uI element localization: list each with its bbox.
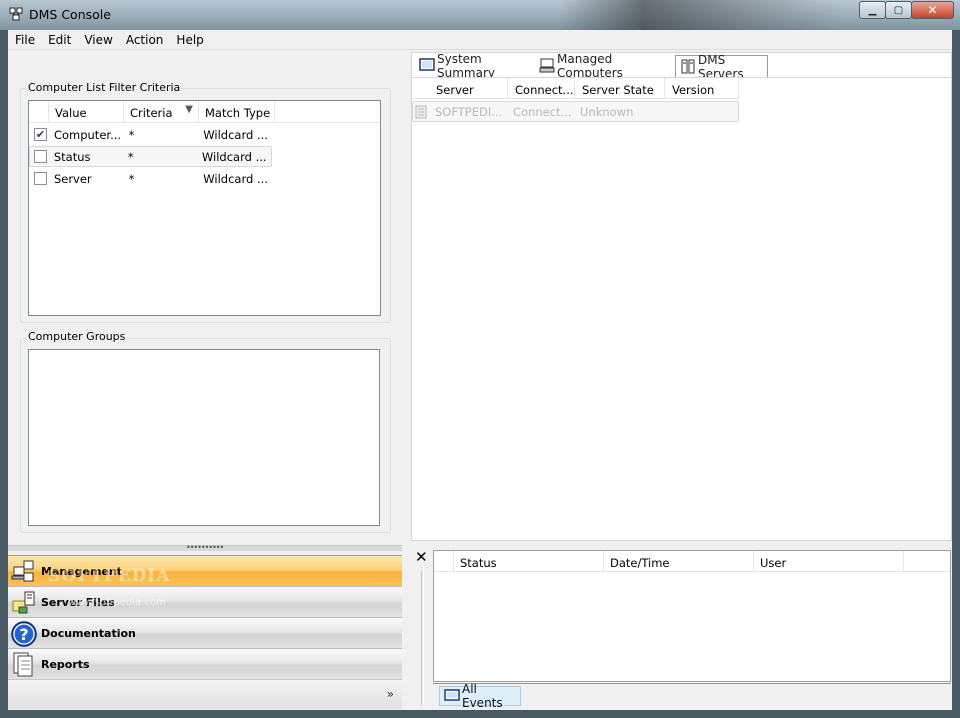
computer-icon <box>539 58 555 73</box>
row-checkbox[interactable] <box>34 150 47 163</box>
filter-header-value[interactable]: Value <box>49 101 124 122</box>
reports-icon <box>13 652 33 677</box>
nav-reports[interactable]: Reports <box>8 648 402 679</box>
server-icon <box>681 59 695 74</box>
nav-overflow-bar: » <box>8 679 402 709</box>
menu-action[interactable]: Action <box>119 33 170 47</box>
events-header-user[interactable]: User <box>754 551 904 571</box>
server-files-icon <box>12 591 35 614</box>
menu-edit[interactable]: Edit <box>41 33 77 47</box>
main-client-area: Computer List Filter Criteria Value Crit… <box>8 50 952 710</box>
row-value: Server <box>53 171 92 186</box>
nav-management[interactable]: Management SOFTPEDIA <box>8 555 402 586</box>
menu-view[interactable]: View <box>77 33 118 47</box>
maximize-button[interactable]: ▢ <box>885 1 912 19</box>
filter-header-criteria-label: Criteria <box>130 106 173 120</box>
nav-reports-label: Reports <box>41 657 90 671</box>
tab-dms-servers[interactable]: DMS Servers <box>675 53 768 81</box>
row-state: Unknown <box>580 104 634 119</box>
table-row[interactable]: Status * Wildcard ... <box>29 146 272 167</box>
close-icon: ✕ <box>927 3 938 17</box>
events-close-icon[interactable]: ✕ <box>415 548 428 566</box>
splitter-grip-icon: •••••••••• <box>186 543 224 552</box>
tab-managed-computers[interactable]: Managed Computers <box>535 52 673 80</box>
events-panel-splitter[interactable] <box>421 570 424 706</box>
row-checkbox[interactable]: ✔ <box>34 128 47 141</box>
filter-criteria-grid[interactable]: Value Criteria ▼ Match Type ✔ Computer..… <box>28 100 381 316</box>
row-criteria: * <box>128 127 135 142</box>
servers-header-server[interactable]: Server <box>412 78 508 98</box>
monitor-icon <box>419 58 435 71</box>
row-criteria: * <box>128 171 135 186</box>
monitor-icon <box>444 689 460 701</box>
sort-down-icon: ▼ <box>185 104 193 115</box>
main-tab-strip: System Summary Managed Computers DMS Ser… <box>411 52 952 81</box>
filter-header-check <box>29 101 49 122</box>
help-question-icon: ? <box>11 621 37 647</box>
row-match-type: Wildcard ... <box>201 149 267 164</box>
minimize-button[interactable]: ▁ <box>859 1 886 19</box>
title-bar: DMS Console ▁ ▢ ✕ <box>0 0 960 30</box>
table-row[interactable]: Server * Wildcard ... <box>29 168 273 189</box>
row-checkbox[interactable] <box>34 172 47 185</box>
left-panel-splitter[interactable]: •••••••••• <box>8 543 402 552</box>
row-value: Status <box>53 149 91 164</box>
expand-chevron-icon[interactable]: » <box>387 687 394 701</box>
title-bar-shade <box>560 0 840 30</box>
window-title: DMS Console <box>29 7 111 22</box>
computer-groups-list[interactable] <box>28 349 380 526</box>
checkmark-icon: ✔ <box>35 128 46 141</box>
events-header-datetime[interactable]: Date/Time <box>604 551 754 571</box>
computer-groups-label: Computer Groups <box>27 330 127 343</box>
nav-watermark-url: www.softpedia.com <box>68 597 166 608</box>
management-icon <box>11 560 34 582</box>
tab-system-summary[interactable]: System Summary <box>415 52 533 80</box>
tab-managed-computers-label: Managed Computers <box>557 52 623 80</box>
row-match-type: Wildcard ... <box>203 127 268 142</box>
servers-grid[interactable]: Server Connect... Server State Version S… <box>411 77 952 541</box>
nav-documentation-label: Documentation <box>41 626 136 640</box>
events-grid[interactable]: Status Date/Time User <box>433 550 951 682</box>
close-button[interactable]: ✕ <box>911 1 954 19</box>
tab-system-summary-label: System Summary <box>437 52 495 80</box>
servers-header-state[interactable]: Server State <box>575 78 665 98</box>
app-icon <box>9 7 23 21</box>
menu-file[interactable]: File <box>8 33 41 47</box>
nav-server-files[interactable]: Server Files www.softpedia.com <box>8 586 402 617</box>
nav-documentation[interactable]: ? Documentation <box>8 617 402 648</box>
row-match-type: Wildcard ... <box>203 171 268 186</box>
servers-header-connect[interactable]: Connect... <box>508 78 575 98</box>
filter-grid-header: Value Criteria ▼ Match Type <box>29 101 380 123</box>
row-criteria: * <box>127 149 134 164</box>
events-header-status[interactable]: Status <box>454 551 604 571</box>
table-row[interactable]: SOFTPEDI... Connect... Unknown <box>412 101 739 122</box>
servers-grid-header: Server Connect... Server State Version <box>412 78 739 99</box>
minimize-icon: ▁ <box>868 4 877 16</box>
row-value: Computer... <box>53 127 122 142</box>
filter-header-match-type[interactable]: Match Type <box>199 101 275 122</box>
row-server: SOFTPEDI... <box>435 104 503 119</box>
main-vertical-splitter[interactable] <box>403 50 410 710</box>
events-grid-header: Status Date/Time User <box>434 551 950 572</box>
menu-help[interactable]: Help <box>169 33 209 47</box>
events-header-icon <box>434 551 454 571</box>
maximize-icon: ▢ <box>893 4 904 16</box>
tab-all-events[interactable]: All Events <box>439 682 521 710</box>
servers-header-version[interactable]: Version <box>665 78 739 98</box>
menu-bar: File Edit View Action Help <box>8 30 952 50</box>
table-row[interactable]: ✔ Computer... * Wildcard ... <box>29 124 273 145</box>
row-connect: Connect... <box>513 104 572 119</box>
filter-criteria-label: Computer List Filter Criteria <box>27 81 182 94</box>
nav-watermark: SOFTPEDIA <box>48 566 171 586</box>
svg-text:?: ? <box>19 625 28 644</box>
server-row-icon <box>415 105 427 118</box>
filter-header-criteria[interactable]: Criteria ▼ <box>124 101 199 122</box>
tab-all-events-label: All Events <box>462 682 503 710</box>
events-panel: ✕ Status Date/Time User All Events <box>411 544 952 710</box>
